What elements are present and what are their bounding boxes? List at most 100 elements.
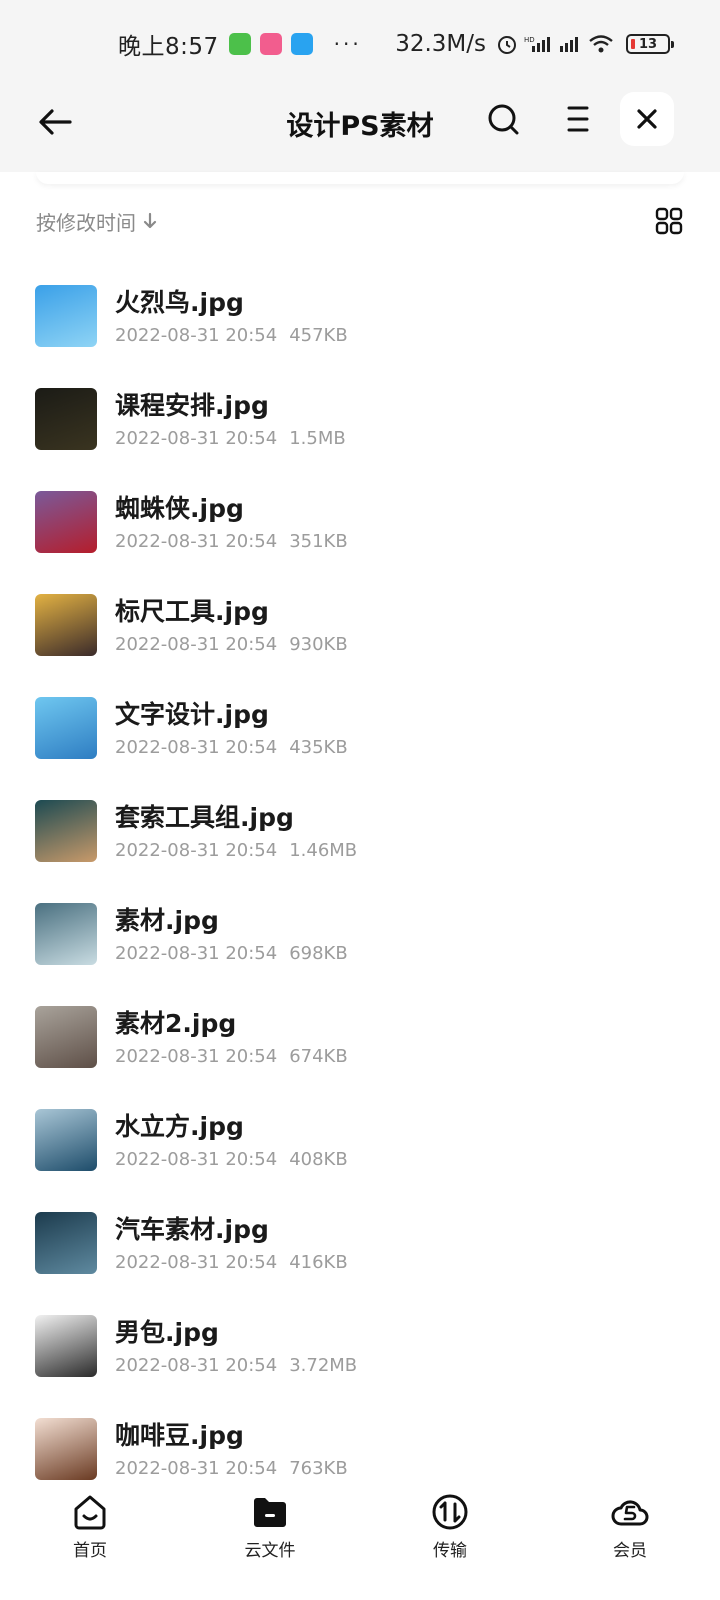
file-meta: 2022-08-31 20:54 930KB (115, 634, 348, 655)
file-name: 标尺工具.jpg (115, 597, 269, 626)
file-thumbnail (35, 388, 97, 450)
file-meta: 2022-08-31 20:54 698KB (115, 943, 348, 964)
file-size: 351KB (289, 531, 348, 552)
menu-icon[interactable] (566, 104, 590, 134)
file-date: 2022-08-31 20:54 (115, 1458, 278, 1479)
file-row[interactable]: 素材2.jpg 2022-08-31 20:54 674KB (0, 983, 720, 1086)
file-list: 火烈鸟.jpg 2022-08-31 20:54 457KB 课程安排.jpg 2022… (0, 262, 720, 1498)
file-thumbnail (35, 1418, 97, 1480)
sort-down-arrow-icon[interactable] (142, 212, 158, 230)
file-size: 3.72MB (289, 1355, 358, 1376)
svg-text:HD: HD (524, 36, 535, 44)
file-thumbnail (35, 491, 97, 553)
file-meta: 2022-08-31 20:54 3.72MB (115, 1355, 357, 1376)
file-size: 435KB (289, 737, 348, 758)
file-thumbnail (35, 1315, 97, 1377)
file-row[interactable]: 文字设计.jpg 2022-08-31 20:54 435KB (0, 674, 720, 777)
status-right: 32.3M/s HD 13 (395, 31, 674, 57)
file-size: 1.46MB (289, 840, 358, 861)
status-time: 晚上8:57 (118, 34, 219, 60)
file-size: 1.5MB (289, 428, 346, 449)
folder-icon (254, 1498, 286, 1527)
bottom-nav: 首页 云文件 传输 会员 (0, 1486, 720, 1600)
file-date: 2022-08-31 20:54 (115, 428, 278, 449)
download-app-icon (228, 33, 251, 55)
file-size: 457KB (289, 325, 348, 346)
file-date: 2022-08-31 20:54 (115, 737, 278, 758)
file-meta: 2022-08-31 20:54 1.46MB (115, 840, 357, 861)
file-thumbnail (35, 1006, 97, 1068)
page-title: 设计PS素材 (286, 111, 434, 142)
more-dots-icon: ··· (333, 32, 362, 56)
nav-home[interactable]: 首页 (0, 1486, 180, 1600)
file-size: 698KB (289, 943, 348, 964)
file-size: 930KB (289, 634, 348, 655)
file-row[interactable]: 蜘蛛侠.jpg 2022-08-31 20:54 351KB (0, 468, 720, 571)
file-size: 416KB (289, 1252, 348, 1273)
file-date: 2022-08-31 20:54 (115, 634, 278, 655)
file-row[interactable]: 咖啡豆.jpg 2022-08-31 20:54 763KB (0, 1395, 720, 1498)
file-date: 2022-08-31 20:54 (115, 1149, 278, 1170)
transfer-icon (432, 1494, 468, 1530)
file-name: 火烈鸟.jpg (115, 288, 244, 317)
browser-app-icon (290, 33, 313, 55)
file-row[interactable]: 素材.jpg 2022-08-31 20:54 698KB (0, 880, 720, 983)
file-row[interactable]: 汽车素材.jpg 2022-08-31 20:54 416KB (0, 1189, 720, 1292)
vip-cloud-icon (611, 1500, 649, 1526)
file-name: 蜘蛛侠.jpg (115, 494, 244, 523)
grid-view-icon[interactable] (654, 206, 684, 236)
nav-cloud-files[interactable]: 云文件 (180, 1486, 360, 1600)
close-button[interactable] (620, 92, 674, 146)
file-meta: 2022-08-31 20:54 416KB (115, 1252, 348, 1273)
nav-transfer[interactable]: 传输 (360, 1486, 540, 1600)
nav-transfer-label: 传输 (433, 1541, 467, 1561)
file-thumbnail (35, 903, 97, 965)
file-size: 408KB (289, 1149, 348, 1170)
close-icon (637, 109, 657, 129)
file-name: 套索工具组.jpg (115, 803, 294, 832)
file-thumbnail (35, 697, 97, 759)
file-name: 课程安排.jpg (115, 391, 269, 420)
home-icon (74, 1495, 106, 1530)
file-date: 2022-08-31 20:54 (115, 1355, 278, 1376)
nav-cloud-files-label: 云文件 (244, 1541, 296, 1561)
alarm-icon (498, 36, 516, 54)
search-icon[interactable] (486, 102, 520, 136)
file-date: 2022-08-31 20:54 (115, 840, 278, 861)
file-meta: 2022-08-31 20:54 674KB (115, 1046, 348, 1067)
file-name: 水立方.jpg (115, 1112, 244, 1141)
nav-vip[interactable]: 会员 (540, 1486, 720, 1600)
status-bar: 晚上8:57 ··· 32.3M/s HD 13 (0, 0, 720, 88)
file-meta: 2022-08-31 20:54 435KB (115, 737, 348, 758)
file-size: 763KB (289, 1458, 348, 1479)
file-date: 2022-08-31 20:54 (115, 531, 278, 552)
file-date: 2022-08-31 20:54 (115, 1046, 278, 1067)
file-row[interactable]: 水立方.jpg 2022-08-31 20:54 408KB (0, 1086, 720, 1189)
file-row[interactable]: 标尺工具.jpg 2022-08-31 20:54 930KB (0, 571, 720, 674)
top-header: 设计PS素材 (0, 88, 720, 172)
file-row[interactable]: 课程安排.jpg 2022-08-31 20:54 1.5MB (0, 365, 720, 468)
file-name: 咖啡豆.jpg (115, 1421, 244, 1450)
file-name: 素材2.jpg (115, 1009, 237, 1038)
file-thumbnail (35, 285, 97, 347)
file-size: 674KB (289, 1046, 348, 1067)
wifi-icon (589, 35, 613, 53)
file-meta: 2022-08-31 20:54 1.5MB (115, 428, 346, 449)
file-thumbnail (35, 1109, 97, 1171)
sort-by-modified-time[interactable]: 按修改时间 (36, 207, 136, 236)
network-speed: 32.3M/s (395, 31, 486, 57)
file-date: 2022-08-31 20:54 (115, 1252, 278, 1273)
file-thumbnail (35, 800, 97, 862)
back-arrow-icon[interactable] (36, 102, 76, 142)
file-meta: 2022-08-31 20:54 408KB (115, 1149, 348, 1170)
file-row[interactable]: 套索工具组.jpg 2022-08-31 20:54 1.46MB (0, 777, 720, 880)
file-meta: 2022-08-31 20:54 457KB (115, 325, 348, 346)
file-name: 素材.jpg (115, 906, 219, 935)
bilibili-app-icon (259, 33, 282, 55)
file-date: 2022-08-31 20:54 (115, 943, 278, 964)
file-name: 男包.jpg (115, 1318, 219, 1347)
file-row[interactable]: 男包.jpg 2022-08-31 20:54 3.72MB (0, 1292, 720, 1395)
file-row[interactable]: 火烈鸟.jpg 2022-08-31 20:54 457KB (0, 262, 720, 365)
nav-home-label: 首页 (73, 1541, 107, 1561)
hd-signal-icon: HD (524, 36, 550, 52)
